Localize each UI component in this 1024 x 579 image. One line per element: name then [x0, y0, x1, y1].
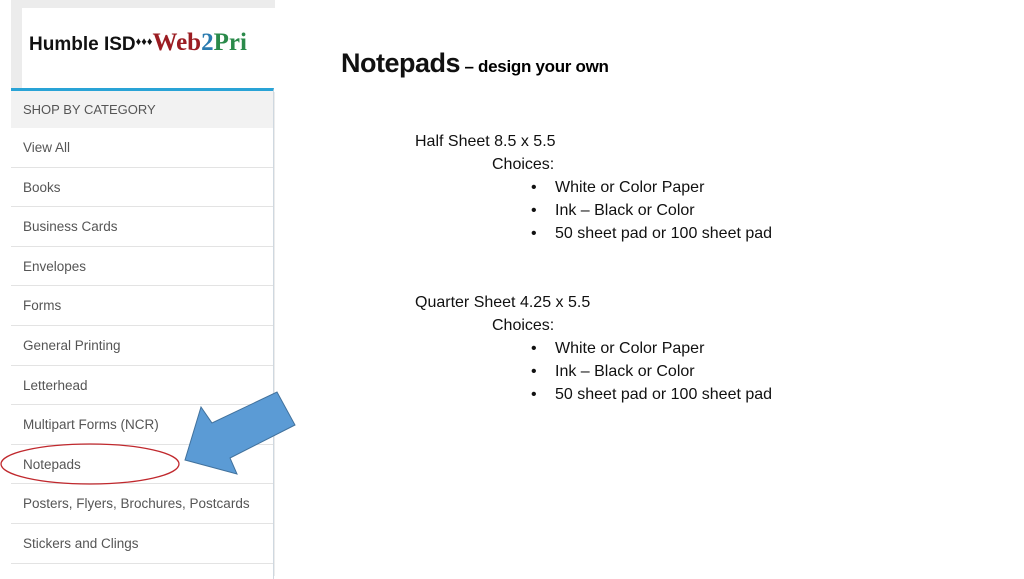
slide-title: Notepads – design your own — [341, 48, 609, 79]
title: Notepads — [341, 48, 461, 78]
section-heading: Half Sheet 8.5 x 5.5 — [415, 133, 556, 150]
annotations — [0, 391, 296, 485]
quarter-sheet-section: Quarter Sheet 4.25 x 5.5 Choices: White … — [415, 291, 772, 406]
highlight-circle — [0, 443, 180, 485]
bullet: Ink – Black or Color — [555, 199, 772, 222]
choices-label: Choices: — [492, 317, 555, 334]
bullet: White or Color Paper — [555, 337, 772, 360]
arrow-icon — [184, 391, 296, 475]
choices-label: Choices: — [492, 156, 555, 173]
bullet: Ink – Black or Color — [555, 360, 772, 383]
bullet: 50 sheet pad or 100 sheet pad — [555, 222, 772, 245]
bullet: 50 sheet pad or 100 sheet pad — [555, 383, 772, 406]
half-sheet-section: Half Sheet 8.5 x 5.5 Choices: White or C… — [415, 130, 772, 245]
subtitle: – design your own — [464, 57, 609, 76]
bullet: White or Color Paper — [555, 176, 772, 199]
section-heading: Quarter Sheet 4.25 x 5.5 — [415, 294, 591, 311]
